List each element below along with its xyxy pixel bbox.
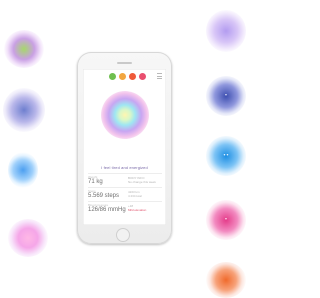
- stat-value: 71 kg: [88, 179, 103, 185]
- stat-detail: BODY INFO No change this week: [128, 176, 156, 184]
- stat-row-blood-pressure[interactable]: Blood pressure 126/86 mmHg +18 Mild elev…: [88, 201, 162, 215]
- stat-detail: +18 Mild elevation: [128, 204, 146, 212]
- phone-mockup: I feel tired and energized Weight 71 kg …: [77, 52, 172, 244]
- mood-selector: [83, 73, 166, 81]
- stat-detail: 4163 km 4 234 kcal: [128, 190, 142, 198]
- mood-orb-blue: [3, 88, 45, 132]
- mood-dot-red[interactable]: [129, 73, 136, 80]
- face-icon: ••: [223, 152, 229, 159]
- mood-orb-pink: [8, 219, 48, 257]
- stats-list: Weight 71 kg BODY INFO No change this we…: [88, 173, 162, 215]
- stat-value: 5.569 steps: [88, 193, 120, 199]
- mood-dot-pink[interactable]: [139, 73, 146, 80]
- face-icon: •: [224, 92, 228, 99]
- mood-caption: I feel tired and energized: [101, 165, 148, 170]
- stat-row-weight[interactable]: Weight 71 kg BODY INFO No change this we…: [88, 173, 162, 187]
- mood-orb-sky: ••: [206, 136, 246, 176]
- mood-orb-orange: [206, 262, 246, 298]
- stat-detail-line-2: Mild elevation: [128, 208, 147, 212]
- mood-orb-green: [4, 30, 44, 68]
- promo-canvas: • •• • I feel tired and energized Weight…: [0, 0, 246, 298]
- stat-value: 126/86 mmHg: [88, 207, 126, 213]
- app-screen: I feel tired and energized Weight 71 kg …: [83, 69, 166, 225]
- stat-row-steps[interactable]: Steps 5.569 steps 4163 km 4 234 kcal: [88, 187, 162, 201]
- mood-orb-magenta: •: [206, 200, 246, 240]
- stat-detail-line-2: 4 234 kcal: [128, 194, 142, 198]
- mood-orb-violet: [206, 10, 246, 52]
- home-button[interactable]: [116, 228, 130, 242]
- mood-dot-orange[interactable]: [119, 73, 126, 80]
- stat-detail-line-2: No change this week: [128, 180, 156, 184]
- menu-icon[interactable]: [157, 73, 162, 79]
- face-icon: •: [224, 216, 228, 223]
- current-mood-orb[interactable]: [101, 91, 149, 139]
- mood-orb-indigo: •: [206, 76, 246, 116]
- mood-dot-green[interactable]: [109, 73, 116, 80]
- mood-orb-cyan: [8, 152, 38, 188]
- phone-speaker: [117, 62, 132, 64]
